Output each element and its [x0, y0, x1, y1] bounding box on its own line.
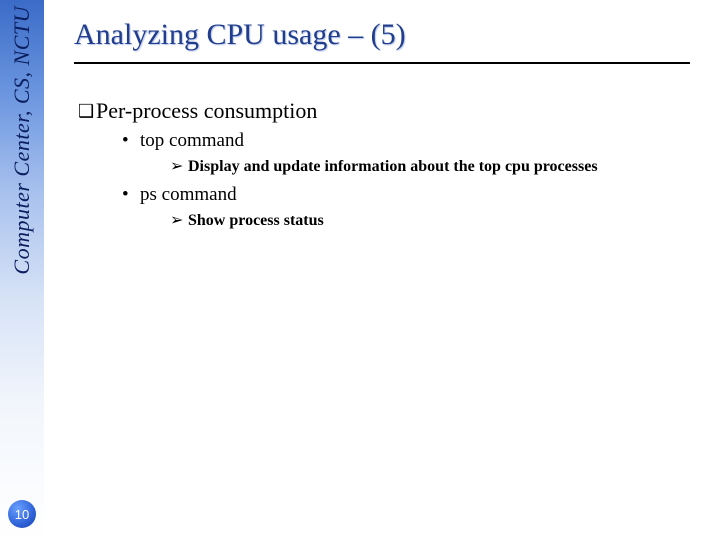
- bullet-level2: •ps command: [122, 184, 700, 206]
- bullet-level3: ➢Display and update information about th…: [170, 156, 700, 176]
- page-number-badge: 10: [8, 500, 36, 528]
- slide: Computer Center, CS, NCTU 10 Analyzing C…: [0, 0, 720, 540]
- bullet-level3-text: Show process status: [188, 212, 324, 229]
- sidebar-gradient: Computer Center, CS, NCTU: [0, 0, 44, 540]
- sidebar-org-text: Computer Center, CS, NCTU: [9, 6, 35, 275]
- bullet-level1: ❑Per-process consumption: [78, 98, 700, 124]
- bullet-level2-text: top command: [140, 130, 244, 151]
- bullet-level1-text: Per-process consumption: [96, 98, 317, 123]
- page-number: 10: [15, 507, 29, 522]
- dot-bullet-icon: •: [122, 184, 140, 206]
- title-underline: [74, 62, 690, 64]
- dot-bullet-icon: •: [122, 130, 140, 152]
- arrow-bullet-icon: ➢: [170, 156, 188, 176]
- bullet-level3-text: Display and update information about the…: [188, 158, 598, 175]
- content-area: Analyzing CPU usage – (5) ❑Per-process c…: [60, 18, 700, 238]
- bullet-level3: ➢Show process status: [170, 210, 700, 230]
- arrow-bullet-icon: ➢: [170, 210, 188, 230]
- bullet-level2-text: ps command: [140, 184, 237, 205]
- square-bullet-icon: ❑: [78, 101, 96, 122]
- slide-title: Analyzing CPU usage – (5): [60, 18, 700, 52]
- bullet-level2: •top command: [122, 130, 700, 152]
- body: ❑Per-process consumption •top command ➢D…: [60, 98, 700, 230]
